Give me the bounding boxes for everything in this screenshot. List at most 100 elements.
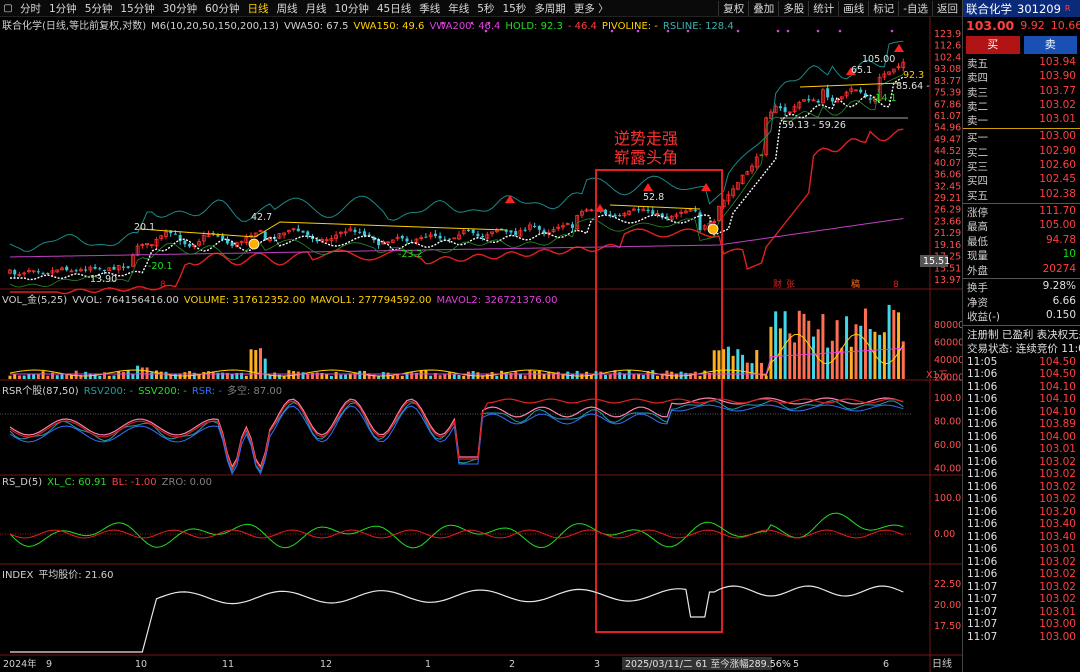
period-tab-10[interactable]: 45日线 — [373, 1, 415, 16]
stock-title-bar[interactable]: 联合化学 301209 R — [963, 0, 1080, 17]
volume-bar — [457, 374, 461, 379]
order-book-row[interactable]: 买三 102.60 — [963, 159, 1080, 173]
sell-button[interactable]: 卖 — [1023, 36, 1077, 54]
period-tab-6[interactable]: 日线 — [244, 1, 273, 16]
order-book-row[interactable]: 卖五 103.94 — [963, 56, 1080, 70]
candle-body — [358, 231, 362, 233]
period-tab-16[interactable]: 更多 〉 — [570, 1, 613, 16]
candle-body — [126, 266, 130, 268]
buy-button[interactable]: 买 — [966, 36, 1020, 54]
candle-body — [41, 273, 45, 275]
order-book-row[interactable]: 买一 103.00 — [963, 130, 1080, 144]
stat-label: 净资 — [967, 296, 988, 309]
order-book-row[interactable]: 买五 102.38 — [963, 188, 1080, 202]
tick-row: 11:06 103.40 — [963, 531, 1080, 544]
candle-body — [533, 226, 537, 228]
order-level-label: 买三 — [967, 161, 988, 174]
volume-bar — [164, 371, 168, 379]
volume-bar — [315, 372, 319, 379]
volume-axis-label: 40000 — [934, 355, 962, 366]
legend-item: RSR个股(87,50) — [2, 386, 79, 397]
period-toolbar: ▢ 分时 1分钟 5分钟 15分钟 30分钟 60分钟 日线 周线 月线 10分钟 45日线 季线 年线… — [0, 0, 962, 17]
volume-bar — [627, 370, 631, 379]
volume-bar — [391, 375, 395, 379]
order-book-row[interactable]: 卖三 103.77 — [963, 85, 1080, 99]
candle-body — [93, 266, 97, 269]
volume-bar — [774, 311, 778, 379]
toolbar-button-0[interactable]: 复权 — [718, 0, 748, 16]
period-tab-0[interactable]: 分时 — [16, 1, 45, 16]
toolbar-button-5[interactable]: 标记 — [868, 0, 898, 16]
volume-bar — [325, 373, 329, 379]
volume-bar — [65, 374, 69, 379]
period-tab-1[interactable]: 1分钟 — [45, 1, 81, 16]
signal-circle-icon — [707, 223, 719, 235]
candle-body — [433, 233, 437, 237]
window-icon[interactable]: ▢ — [0, 3, 16, 14]
order-book-row[interactable]: 买四 102.45 — [963, 173, 1080, 187]
stat-value: 94.78 — [1045, 233, 1076, 246]
order-book-row[interactable]: 卖二 103.02 — [963, 99, 1080, 113]
tick-row: 11:06 103.02 — [963, 556, 1080, 569]
toolbar-button-6[interactable]: -自选 — [898, 0, 932, 16]
stat-value: 0.150 — [1045, 309, 1076, 322]
tick-price: 103.40 — [1039, 518, 1076, 531]
time-highlight-text: 2025/03/11/二 61 至今涨幅289.56% — [625, 658, 791, 670]
volume-bar — [769, 326, 773, 379]
volume-bar — [750, 363, 754, 379]
mavol1-line — [9, 333, 904, 377]
period-tab-11[interactable]: 季线 — [415, 1, 444, 16]
candle-body — [471, 229, 475, 233]
signal-dot — [838, 29, 842, 33]
volume-bar — [84, 371, 88, 379]
volume-bar — [599, 371, 603, 379]
tick-price: 103.02 — [1039, 455, 1076, 468]
order-book-row[interactable]: 买二 102.90 — [963, 145, 1080, 159]
legend-item: VVOL: 764156416.00 — [72, 295, 179, 306]
time-axis-label: 11 — [222, 659, 234, 670]
volume-bar — [500, 370, 504, 379]
period-tab-4[interactable]: 30分钟 — [159, 1, 201, 16]
main-chart-legend: 联合化学(日线,等比前复权,对数) M6(10,20,50,150,200,13)… — [2, 17, 739, 32]
period-tab-14[interactable]: 15秒 — [498, 1, 530, 16]
price-axis-label: 19.16 — [934, 240, 961, 251]
period-tab-9[interactable]: 10分钟 — [331, 1, 373, 16]
chart-svg[interactable]: 13.90 20.1 -20.1 42.7 -23.2 52.8 59.13 - 59.26… — [0, 17, 962, 672]
period-tab-3[interactable]: 15分钟 — [116, 1, 158, 16]
toolbar-button-4[interactable]: 画线 — [838, 0, 868, 16]
tick-time: 11:05 — [967, 355, 998, 368]
stat-value: 9.28% — [1042, 280, 1076, 293]
candle-body — [646, 209, 650, 211]
volume-bar — [145, 367, 149, 379]
time-highlight: 2025/03/11/二 61 至今涨幅289.56% — [622, 657, 791, 670]
toolbar-button-3[interactable]: 统计 — [808, 0, 838, 16]
volume-bar — [703, 370, 707, 379]
chart-area[interactable]: 13.90 20.1 -20.1 42.7 -23.2 52.8 59.13 - 59.26… — [0, 17, 962, 672]
period-tab-7[interactable]: 周线 — [273, 1, 302, 16]
volume-bar — [736, 349, 740, 379]
volume-bar — [329, 375, 333, 379]
tick-row: 11:07 103.00 — [963, 618, 1080, 631]
event-tag: 稿 — [851, 278, 860, 290]
period-tab-2[interactable]: 5分钟 — [81, 1, 117, 16]
tick-row: 11:07 103.02 — [963, 581, 1080, 594]
toolbar-button-1[interactable]: 叠加 — [748, 0, 778, 16]
tick-price: 103.02 — [1039, 593, 1076, 606]
period-tab-8[interactable]: 月线 — [302, 1, 331, 16]
stats2-list: 换手 9.28% 净资 6.66 收益(-) 0.150 — [963, 280, 1080, 324]
period-tab-12[interactable]: 年线 — [444, 1, 473, 16]
order-book-row[interactable]: 卖一 103.01 — [963, 113, 1080, 127]
volume-bar — [797, 310, 801, 379]
period-tab-13[interactable]: 5秒 — [473, 1, 498, 16]
toolbar-button-7[interactable]: 返回 — [932, 0, 962, 16]
legend-item: VWA200: 46.4 — [429, 21, 501, 32]
annotation-text: 崭露头角 — [614, 148, 678, 167]
order-book-row[interactable]: 卖四 103.90 — [963, 70, 1080, 84]
tick-row: 11:06 103.40 — [963, 518, 1080, 531]
candle-body — [183, 240, 187, 245]
period-tab-5[interactable]: 60分钟 — [201, 1, 243, 16]
tick-list[interactable]: 11:05 104.50 11:06 104.50 11:06 104.10 11:06 10… — [963, 356, 1080, 644]
toolbar-button-2[interactable]: 多股 — [778, 0, 808, 16]
volume-bar — [518, 374, 522, 379]
period-tab-15[interactable]: 多周期 — [530, 1, 570, 16]
